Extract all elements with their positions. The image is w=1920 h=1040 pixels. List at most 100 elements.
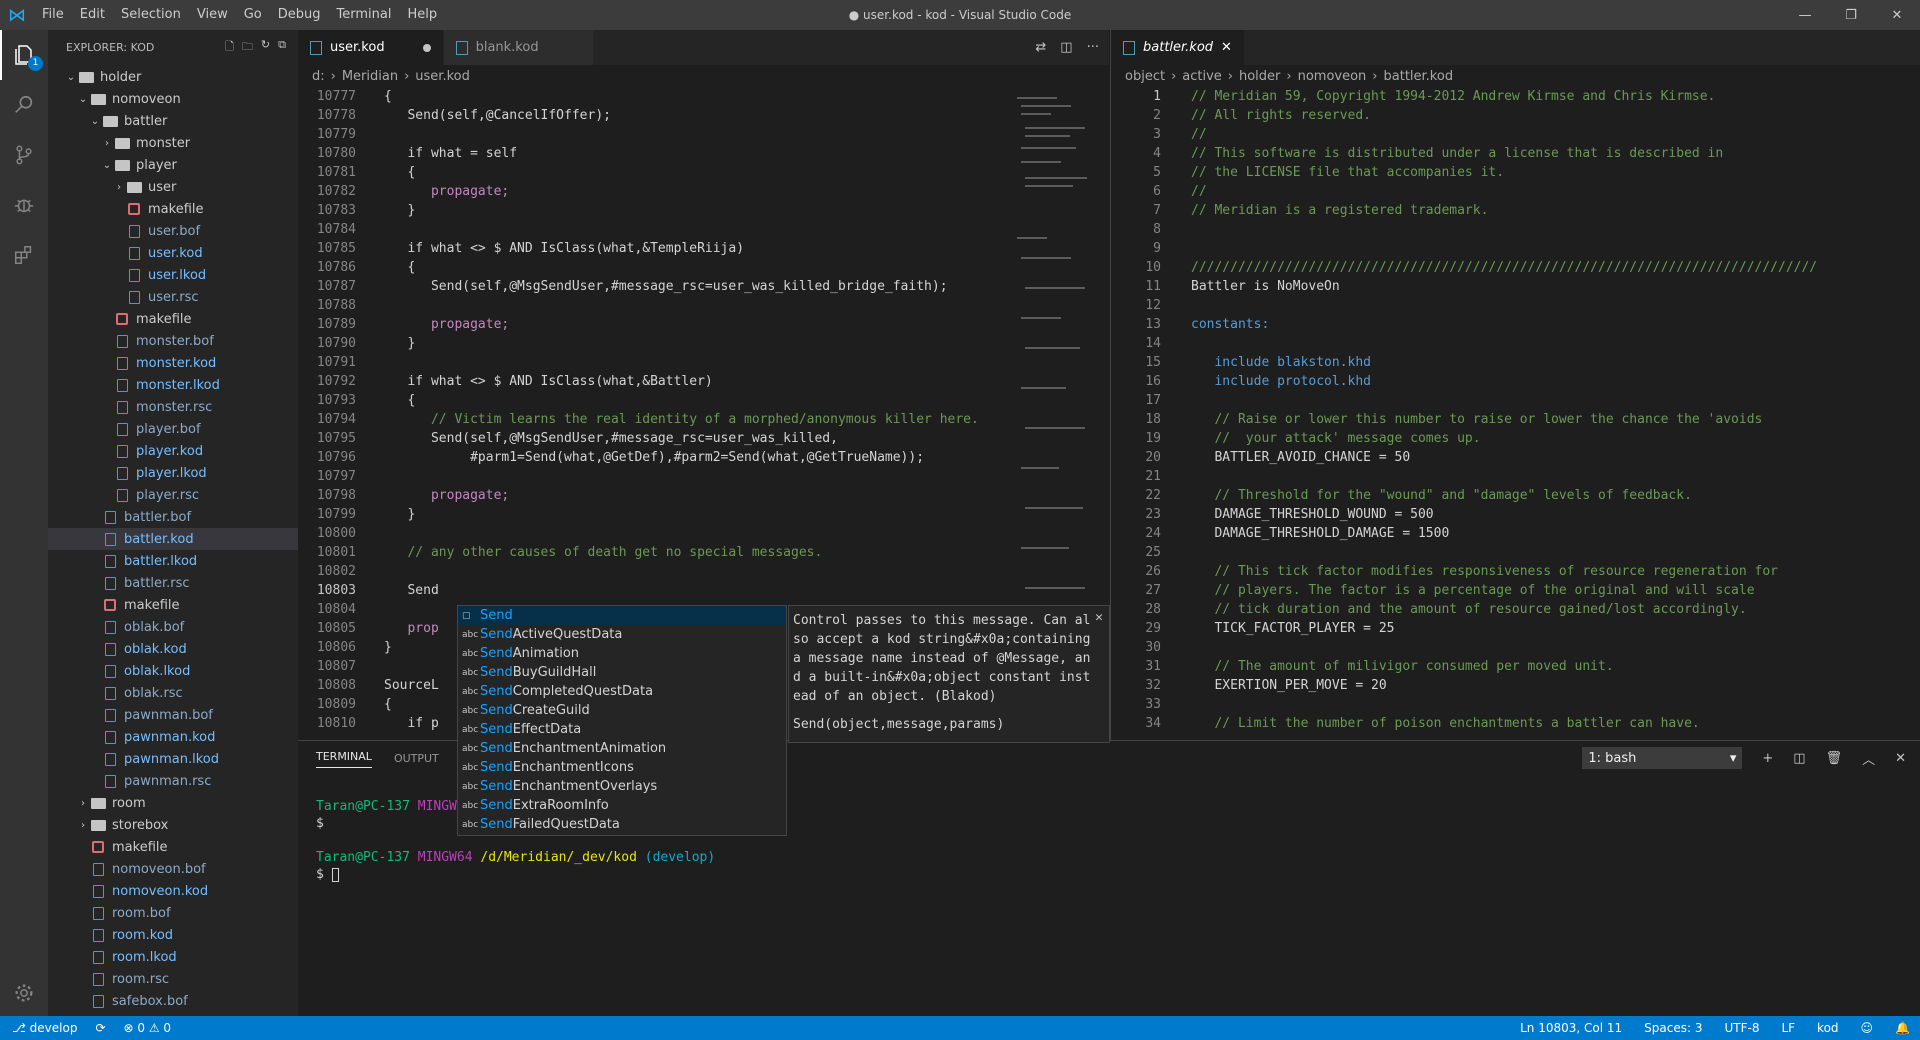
suggest-item[interactable]: abc Send ActiveQuestData [458, 625, 786, 644]
restore-icon[interactable]: ❐ [1828, 0, 1874, 30]
tree-item[interactable]: room.bof [48, 902, 298, 924]
tree-item[interactable]: › user [48, 176, 298, 198]
maximize-panel-icon[interactable]: ︿ [1862, 749, 1875, 768]
tree-item[interactable]: makefile [48, 594, 298, 616]
close-panel-icon[interactable]: ✕ [1895, 751, 1906, 766]
tree-item[interactable]: room.lkod [48, 946, 298, 968]
menu-go[interactable]: Go [236, 0, 270, 30]
tree-item[interactable]: player.rsc [48, 484, 298, 506]
tree-item[interactable]: makefile [48, 308, 298, 330]
tab-user-kod[interactable]: user.kod [298, 30, 444, 65]
tab-output[interactable]: OUTPUT [394, 752, 439, 765]
tree-item[interactable]: monster.rsc [48, 396, 298, 418]
line-ending[interactable]: LF [1781, 1021, 1795, 1035]
suggest-item[interactable]: abc Send EnchantmentAnimation [458, 739, 786, 758]
breadcrumb-item[interactable]: d: [312, 69, 325, 84]
debug-icon[interactable] [0, 180, 48, 230]
encoding[interactable]: UTF-8 [1724, 1021, 1759, 1035]
suggest-item[interactable]: abc Send EffectData [458, 720, 786, 739]
language-mode[interactable]: kod [1817, 1021, 1838, 1035]
close-details-icon[interactable]: ✕ [1095, 608, 1103, 627]
breadcrumb-item[interactable]: user.kod [415, 69, 470, 84]
tree-item[interactable]: room.kod [48, 924, 298, 946]
tree-item[interactable]: monster.lkod [48, 374, 298, 396]
tree-item[interactable]: oblak.lkod [48, 660, 298, 682]
suggest-item[interactable]: abc Send EnchantmentOverlays [458, 777, 786, 796]
close-tab-icon[interactable]: ✕ [1221, 40, 1232, 55]
indentation[interactable]: Spaces: 3 [1644, 1021, 1702, 1035]
tree-item[interactable]: nomoveon.kod [48, 880, 298, 902]
menu-help[interactable]: Help [399, 0, 445, 30]
compare-icon[interactable]: ⇄ [1035, 40, 1046, 55]
tree-item[interactable]: pawnman.rsc [48, 770, 298, 792]
breadcrumb-item[interactable]: object [1125, 69, 1165, 84]
tree-item[interactable]: ⌄ holder [48, 66, 298, 88]
split-terminal-icon[interactable]: ◫ [1793, 751, 1805, 766]
tab-terminal[interactable]: TERMINAL [316, 750, 372, 768]
extensions-icon[interactable] [0, 230, 48, 280]
tree-item[interactable]: › room [48, 792, 298, 814]
tree-item[interactable]: ⌄ player [48, 154, 298, 176]
explorer-icon[interactable]: 1 [0, 30, 48, 80]
menu-debug[interactable]: Debug [270, 0, 329, 30]
suggest-item[interactable]: abc Send CompletedQuestData [458, 682, 786, 701]
tree-item[interactable]: player.bof [48, 418, 298, 440]
close-icon[interactable]: ✕ [1874, 0, 1920, 30]
menu-edit[interactable]: Edit [72, 0, 113, 30]
tree-item[interactable]: battler.rsc [48, 572, 298, 594]
tree-item[interactable]: user.lkod [48, 264, 298, 286]
menu-terminal[interactable]: Terminal [329, 0, 400, 30]
tree-item[interactable]: pawnman.kod [48, 726, 298, 748]
breadcrumb-item[interactable]: holder [1239, 69, 1280, 84]
search-icon[interactable] [0, 80, 48, 130]
tree-item[interactable]: battler.bof [48, 506, 298, 528]
suggest-item[interactable]: abc Send EnchantmentIcons [458, 758, 786, 777]
minimize-icon[interactable]: — [1782, 0, 1828, 30]
tree-item[interactable]: battler.kod [48, 528, 298, 550]
tree-item[interactable]: › monster [48, 132, 298, 154]
tree-item[interactable]: oblak.rsc [48, 682, 298, 704]
add-terminal-icon[interactable]: + [1762, 751, 1773, 766]
breadcrumb-item[interactable]: active [1182, 69, 1222, 84]
tree-item[interactable]: nomoveon.bof [48, 858, 298, 880]
breadcrumb-item[interactable]: nomoveon [1298, 69, 1367, 84]
new-folder-icon[interactable]: 🗀 [242, 38, 253, 57]
tab-battler-kod[interactable]: battler.kod ✕ [1111, 30, 1245, 65]
tree-item[interactable]: room.rsc [48, 968, 298, 990]
terminal-select[interactable]: 1: bash ▾ [1582, 747, 1743, 769]
tree-item[interactable]: › storebox [48, 814, 298, 836]
menu-file[interactable]: File [34, 0, 72, 30]
gear-icon[interactable] [0, 982, 48, 1004]
split-editor-icon[interactable]: ◫ [1060, 40, 1072, 55]
dirty-indicator-icon[interactable] [422, 43, 431, 52]
suggest-item[interactable]: abc Send FailedQuestData [458, 815, 786, 834]
tab-blank-kod[interactable]: blank.kod [443, 30, 594, 65]
tree-item[interactable]: pawnman.bof [48, 704, 298, 726]
tree-item[interactable]: makefile [48, 836, 298, 858]
tree-item[interactable]: ⌄ nomoveon [48, 88, 298, 110]
trash-icon[interactable]: 🗑 [1826, 751, 1843, 766]
breadcrumb-item[interactable]: Meridian [342, 69, 398, 84]
code-editor-right[interactable]: 1 // Meridian 59, Copyright 1994-2012 And… [1111, 87, 1920, 740]
more-actions-icon[interactable]: ··· [1087, 40, 1099, 55]
suggest-item[interactable]: ▢ Send [458, 606, 786, 625]
suggest-item[interactable]: abc Send BuyGuildHall [458, 663, 786, 682]
tree-item[interactable]: monster.kod [48, 352, 298, 374]
sync-icon[interactable]: ⟳ [95, 1021, 105, 1035]
tree-item[interactable]: user.bof [48, 220, 298, 242]
bell-icon[interactable]: 🔔 [1895, 1021, 1910, 1035]
tree-item[interactable]: oblak.bof [48, 616, 298, 638]
tree-item[interactable]: player.lkod [48, 462, 298, 484]
tree-item[interactable]: oblak.kod [48, 638, 298, 660]
breadcrumb-item[interactable]: battler.kod [1384, 69, 1454, 84]
tree-item[interactable]: battler.lkod [48, 550, 298, 572]
tree-item[interactable]: ⌄ battler [48, 110, 298, 132]
source-control-icon[interactable] [0, 130, 48, 180]
menu-view[interactable]: View [189, 0, 236, 30]
suggest-item[interactable]: abc Send CreateGuild [458, 701, 786, 720]
tree-item[interactable]: safebox.bof [48, 990, 298, 1012]
collapse-all-icon[interactable]: ⧉ [278, 38, 286, 57]
refresh-icon[interactable]: ↻ [261, 38, 270, 57]
suggest-item[interactable]: abc Send ExtraRoomInfo [458, 796, 786, 815]
tree-item[interactable]: user.kod [48, 242, 298, 264]
